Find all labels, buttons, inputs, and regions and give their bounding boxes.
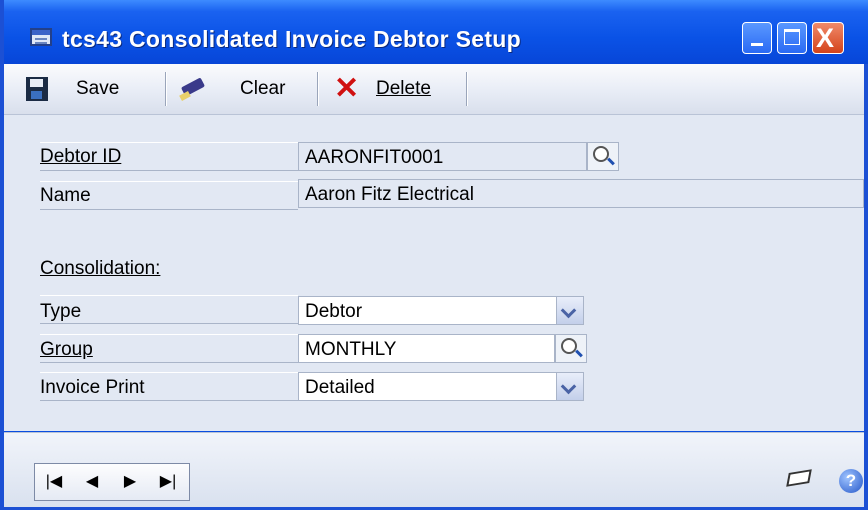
note-icon[interactable] bbox=[784, 467, 814, 491]
previous-record-button[interactable]: ◀ bbox=[79, 469, 105, 495]
title-bar[interactable]: tcs43 Consolidated Invoice Debtor Setup … bbox=[4, 0, 868, 64]
form-area: Debtor ID AARONFIT0001 Name Aaron Fitz E… bbox=[4, 115, 864, 431]
magnifier-icon bbox=[561, 338, 577, 354]
save-label: Save bbox=[76, 78, 120, 99]
magnifier-icon bbox=[593, 146, 609, 162]
toolbar: Save Clear ✕ Delete bbox=[4, 64, 864, 115]
group-label[interactable]: Group bbox=[40, 335, 93, 363]
next-record-button[interactable]: ▶ bbox=[117, 469, 143, 495]
type-label: Type bbox=[40, 301, 82, 322]
chevron-down-icon[interactable] bbox=[556, 373, 583, 400]
delete-icon: ✕ bbox=[334, 72, 360, 105]
close-button[interactable]: X bbox=[812, 22, 844, 54]
invoice-print-dropdown[interactable]: Detailed bbox=[298, 372, 584, 401]
close-icon: X bbox=[816, 23, 835, 53]
save-icon bbox=[26, 77, 48, 101]
window-title: tcs43 Consolidated Invoice Debtor Setup bbox=[62, 26, 522, 52]
maximize-icon bbox=[784, 29, 800, 45]
invoice-print-value: Detailed bbox=[305, 377, 375, 398]
invoice-print-label: Invoice Print bbox=[40, 377, 145, 398]
chevron-down-icon[interactable] bbox=[556, 297, 583, 324]
app-window-icon bbox=[30, 28, 52, 46]
name-field: Aaron Fitz Electrical bbox=[298, 179, 864, 208]
toolbar-separator bbox=[466, 72, 468, 106]
toolbar-separator bbox=[165, 72, 167, 106]
eraser-icon bbox=[178, 78, 208, 100]
first-record-button[interactable]: |◀ bbox=[41, 469, 67, 495]
consolidation-heading: Consolidation: bbox=[40, 258, 161, 279]
toolbar-separator bbox=[317, 72, 319, 106]
last-record-button[interactable]: ▶| bbox=[155, 469, 181, 495]
maximize-button[interactable] bbox=[777, 22, 807, 54]
save-button[interactable]: Save bbox=[26, 74, 119, 104]
delete-button[interactable]: ✕ Delete bbox=[334, 74, 431, 104]
debtor-id-field[interactable]: AARONFIT0001 bbox=[298, 142, 587, 171]
group-lookup-button[interactable] bbox=[555, 334, 587, 363]
minimize-icon bbox=[751, 43, 763, 46]
clear-button[interactable]: Clear bbox=[178, 74, 285, 104]
delete-label: Delete bbox=[376, 78, 431, 99]
record-navigation: |◀ ◀ ▶ ▶| bbox=[34, 463, 190, 501]
type-value: Debtor bbox=[305, 301, 363, 322]
minimize-button[interactable] bbox=[742, 22, 772, 54]
clear-label: Clear bbox=[240, 78, 286, 99]
type-dropdown[interactable]: Debtor bbox=[298, 296, 584, 325]
help-icon[interactable]: ? bbox=[839, 469, 863, 493]
status-bar: |◀ ◀ ▶ ▶| ? bbox=[4, 432, 864, 507]
debtor-lookup-button[interactable] bbox=[587, 142, 619, 171]
name-label: Name bbox=[40, 185, 91, 206]
group-field[interactable]: MONTHLY bbox=[298, 334, 555, 363]
debtor-id-label[interactable]: Debtor ID bbox=[40, 142, 121, 170]
